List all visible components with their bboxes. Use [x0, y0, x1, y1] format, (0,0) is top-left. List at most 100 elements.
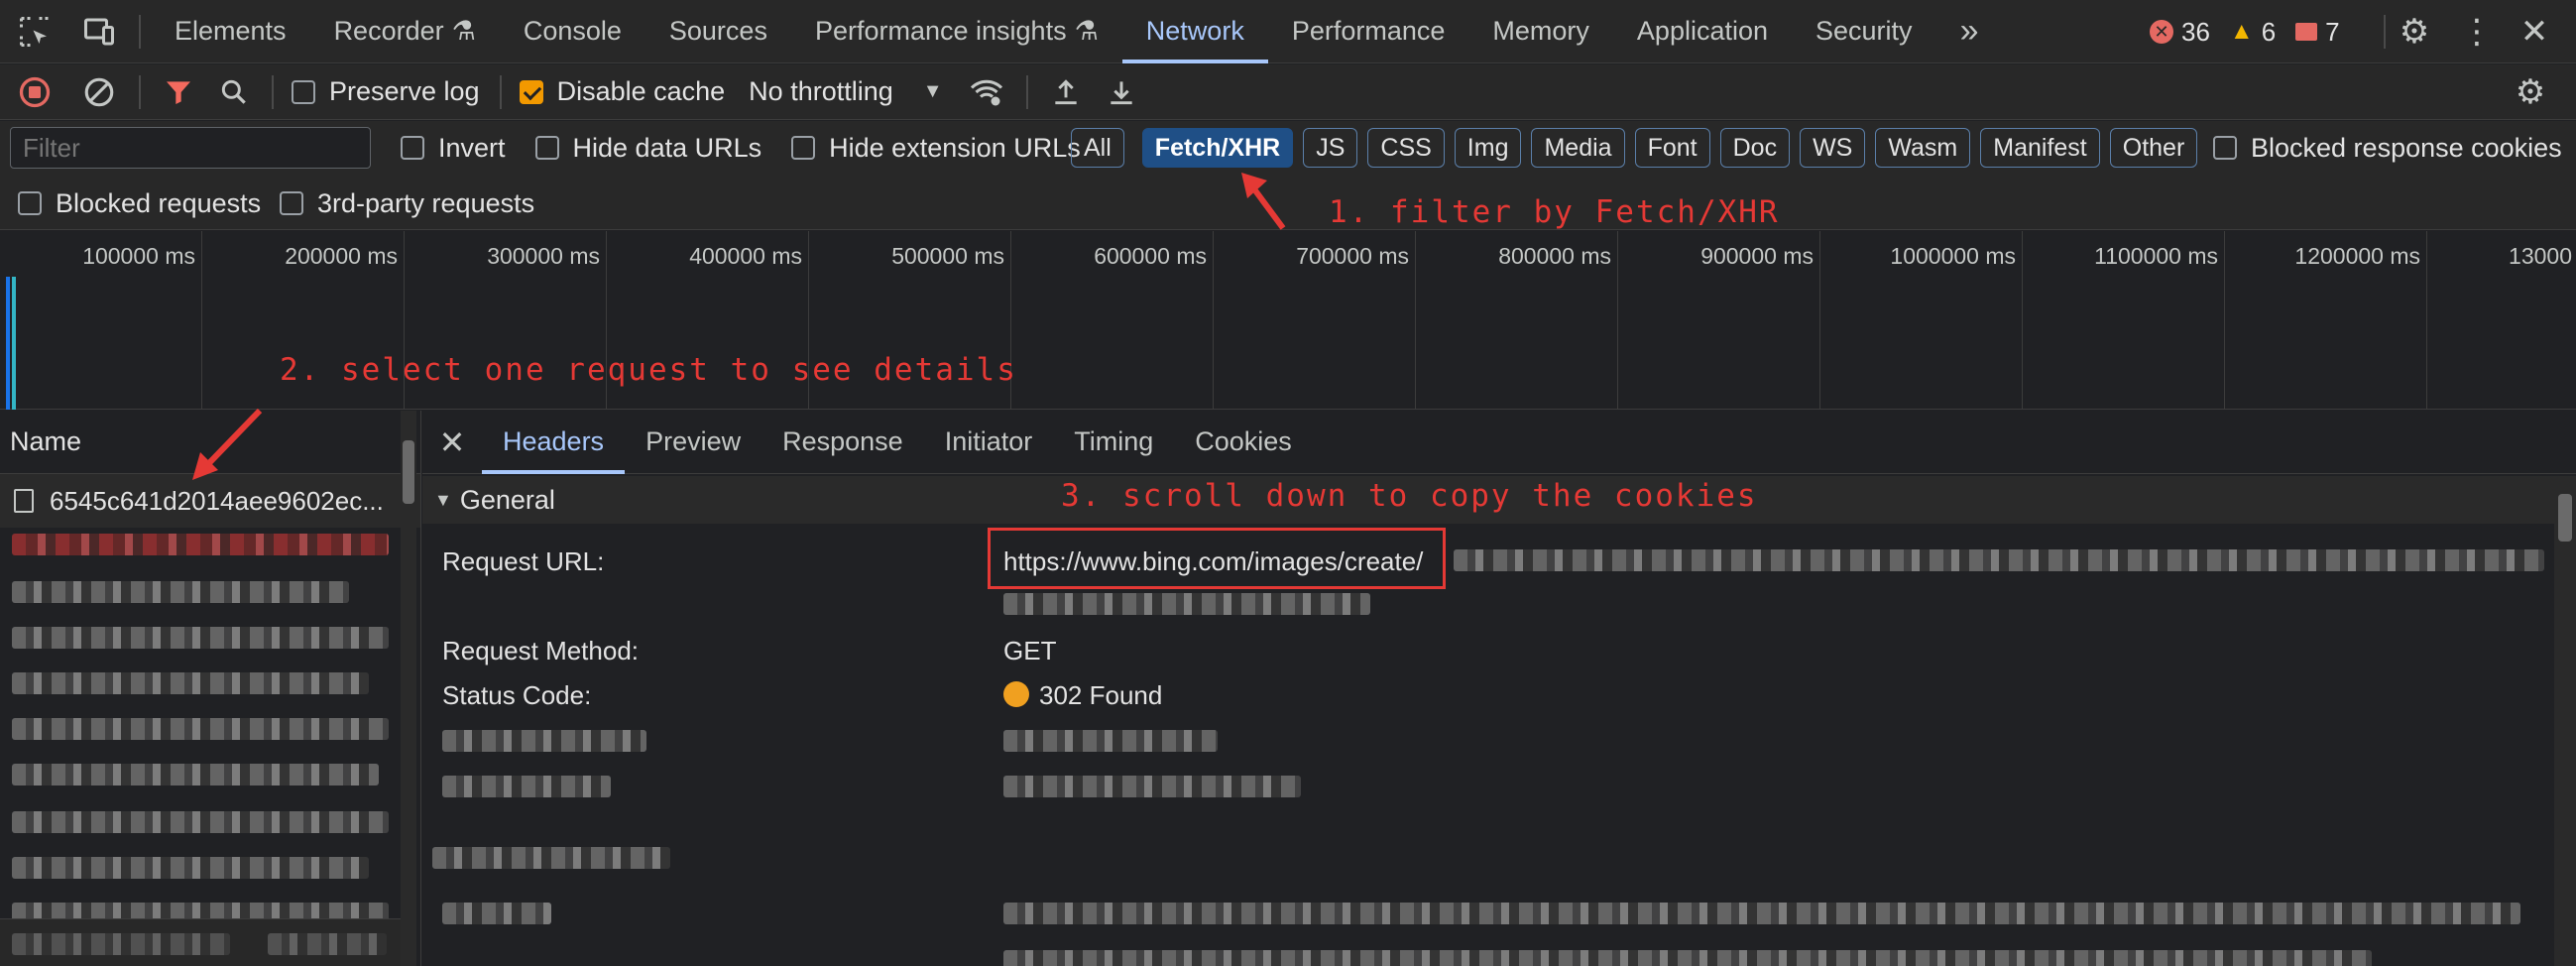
checkbox-box [292, 79, 315, 104]
close-icon[interactable]: ✕ [2515, 12, 2554, 52]
type-filter-manifest[interactable]: Manifest [1980, 128, 2100, 168]
type-filter-css[interactable]: CSS [1367, 128, 1445, 168]
issue-counters[interactable]: ✕ 36 ▲ 6 7 [2150, 0, 2340, 63]
device-toolbar-icon[interactable] [69, 0, 129, 63]
tab-label: Preview [645, 426, 742, 456]
redacted-header-key [442, 903, 551, 924]
invert-label: Invert [438, 132, 506, 163]
timeline-request-bar [6, 277, 10, 410]
request-method-label: Request Method: [442, 636, 640, 665]
filter-funnel-icon[interactable] [151, 64, 206, 120]
details-tab-initiator[interactable]: Initiator [924, 411, 1054, 474]
tab-memory[interactable]: Memory [1468, 0, 1613, 63]
settings-gear-icon[interactable]: ⚙ [2395, 12, 2434, 52]
redacted-request-row[interactable] [12, 811, 389, 833]
request-url-label: Request URL: [442, 546, 605, 576]
network-conditions-icon[interactable] [957, 64, 1016, 120]
throttling-select[interactable]: No throttling ▼ [749, 76, 942, 107]
clear-icon[interactable] [69, 64, 129, 120]
import-har-icon[interactable] [1038, 64, 1094, 120]
tab-security[interactable]: Security [1792, 0, 1936, 63]
request-details-pane: ✕ Headers Preview Response Initiator Tim… [422, 411, 2576, 966]
filter-input[interactable] [10, 127, 371, 169]
scrollbar-thumb[interactable] [2558, 494, 2572, 542]
hide-data-urls-checkbox[interactable]: Hide data URLs [534, 133, 761, 164]
request-row-selected[interactable]: 6545c641d2014aee9602ec... [0, 474, 420, 528]
separator [2384, 15, 2386, 49]
tab-network[interactable]: Network [1121, 0, 1268, 63]
blocked-response-cookies-checkbox[interactable]: Blocked response cookies [2213, 127, 2562, 169]
annotation-arrow-2 [192, 408, 263, 480]
redacted-request-row[interactable] [12, 672, 369, 694]
redacted-header-key [442, 730, 646, 752]
tab-application[interactable]: Application [1613, 0, 1792, 63]
annotation-step-3: 3. scroll down to copy the cookies [1061, 478, 1758, 514]
third-party-requests-checkbox[interactable]: 3rd-party requests [280, 182, 534, 224]
redacted-request-row[interactable] [12, 534, 389, 555]
type-filter-doc[interactable]: Doc [1719, 128, 1791, 168]
hide-extension-urls-label: Hide extension URLs [829, 132, 1081, 163]
details-tab-timing[interactable]: Timing [1053, 411, 1174, 474]
type-filter-media[interactable]: Media [1531, 128, 1625, 168]
type-filter-other[interactable]: Other [2109, 128, 2198, 168]
tab-recorder[interactable]: Recorder ⚗ [310, 0, 500, 63]
disable-cache-checkbox[interactable]: Disable cache [519, 76, 725, 107]
redacted-url-tail [1454, 549, 2544, 571]
timeline-tick-label: 1100000 ms [2094, 243, 2218, 269]
tab-sources[interactable]: Sources [645, 0, 791, 63]
more-tabs-button[interactable]: » [1936, 0, 2003, 63]
type-filter-img[interactable]: Img [1454, 128, 1522, 168]
redacted-request-row[interactable] [12, 857, 369, 879]
status-code-value[interactable]: 302 Found [1039, 680, 1162, 711]
request-list-pane: Name 6545c641d2014aee9602ec... [0, 408, 421, 966]
search-icon[interactable] [206, 64, 262, 120]
blocked-requests-checkbox[interactable]: Blocked requests [18, 182, 261, 224]
hide-extension-urls-checkbox[interactable]: Hide extension URLs [791, 133, 1081, 164]
type-filter-font[interactable]: Font [1634, 128, 1710, 168]
type-filter-ws[interactable]: WS [1800, 128, 1866, 168]
tab-label: Recorder [333, 16, 444, 46]
timeline-tick-label: 1200000 ms [2294, 243, 2420, 269]
throttling-value: No throttling [749, 76, 893, 106]
type-filter-all[interactable]: All [1071, 128, 1124, 168]
request-url-value[interactable]: https://www.bing.com/images/create/ [1003, 546, 1423, 577]
type-filter-js[interactable]: JS [1303, 128, 1358, 168]
tab-label: Network [1145, 16, 1244, 46]
checkbox-box [2213, 136, 2237, 160]
request-method-value[interactable]: GET [1003, 636, 1056, 666]
more-options-icon[interactable]: ⋮ [2457, 12, 2497, 52]
scrollbar-thumb[interactable] [403, 440, 414, 504]
details-tab-preview[interactable]: Preview [625, 411, 761, 474]
network-settings-gear-icon[interactable]: ⚙ [2511, 72, 2550, 112]
timeline-gridline [2426, 231, 2427, 410]
preserve-log-checkbox[interactable]: Preserve log [292, 76, 480, 107]
tab-elements[interactable]: Elements [151, 0, 310, 63]
blocked-response-cookies-label: Blocked response cookies [2251, 132, 2562, 163]
details-scrollbar[interactable] [2554, 476, 2576, 966]
details-tab-cookies[interactable]: Cookies [1174, 411, 1313, 474]
issue-count: 7 [2325, 16, 2340, 47]
checkbox-box [519, 79, 543, 104]
tab-label: Sources [668, 16, 767, 46]
close-details-icon[interactable]: ✕ [422, 411, 482, 474]
invert-checkbox[interactable]: Invert [401, 133, 506, 164]
details-tab-headers[interactable]: Headers [482, 411, 626, 474]
separator [1025, 74, 1028, 109]
network-overview-timeline[interactable]: 100000 ms 200000 ms 300000 ms 400000 ms 5000… [0, 231, 2576, 410]
details-tab-response[interactable]: Response [761, 411, 924, 474]
inspect-element-icon[interactable] [0, 0, 69, 63]
request-list-scrollbar[interactable] [401, 411, 416, 966]
redacted-header-value [1003, 776, 1301, 797]
timeline-tick-label: 500000 ms [891, 243, 1004, 269]
tab-performance-insights[interactable]: Performance insights ⚗ [791, 0, 1122, 63]
redacted-request-row[interactable] [12, 581, 349, 603]
redacted-request-row[interactable] [12, 718, 389, 740]
type-filter-fetch-xhr[interactable]: Fetch/XHR [1141, 128, 1294, 168]
tab-console[interactable]: Console [500, 0, 645, 63]
stop-recording-icon[interactable] [0, 64, 69, 120]
export-har-icon[interactable] [1094, 64, 1149, 120]
tab-performance[interactable]: Performance [1268, 0, 1469, 63]
type-filter-wasm[interactable]: Wasm [1875, 128, 1971, 168]
redacted-request-row[interactable] [12, 627, 389, 649]
redacted-request-row[interactable] [12, 764, 379, 785]
